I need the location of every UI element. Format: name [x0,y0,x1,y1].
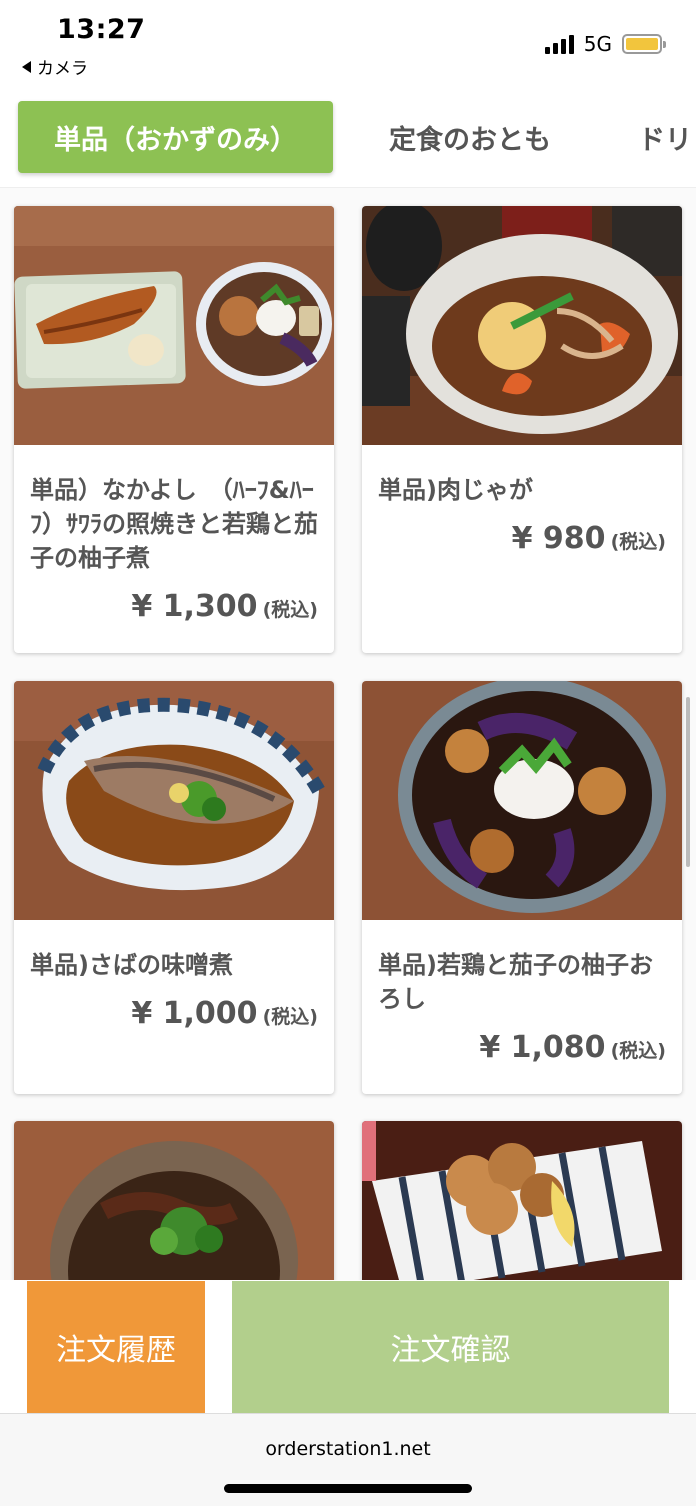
tab-drinks[interactable]: ドリ [638,101,696,173]
menu-item-card[interactable]: 単品)若鶏と茄子の柚子おろし ¥ 1,080 (税込) [362,681,682,1094]
food-photo [14,206,334,445]
item-price-row: ¥ 980 (税込) [378,521,666,556]
back-arrow-icon [22,60,31,73]
item-price: ¥ 1,080 [479,1030,606,1065]
order-confirm-button[interactable]: 注文確認 [232,1281,669,1413]
food-photo [14,1121,334,1280]
food-photo [362,206,682,445]
network-type: 5G [583,32,612,56]
url-text[interactable]: orderstation1.net [0,1438,696,1460]
menu-grid: 単品）なかよし （ﾊｰﾌ&ﾊｰﾌ）ｻﾜﾗの照焼きと若鶏と茄子の柚子煮 ¥ 1,3… [0,188,696,1280]
item-price-row: ¥ 1,000 (税込) [30,996,318,1031]
item-name: 単品)肉じゃが [378,476,533,504]
back-app-label: カメラ [37,59,88,79]
item-price-row: ¥ 1,300 (税込) [30,589,318,624]
menu-item-card[interactable] [14,1121,334,1280]
home-indicator[interactable] [224,1484,472,1493]
item-price: ¥ 980 [511,521,606,556]
status-indicators: 5G [544,32,666,56]
tab-single-dishes[interactable]: 単品（おかずのみ） [18,101,333,173]
tax-label: (税込) [262,1006,318,1028]
signal-icon [544,34,574,54]
item-name: 単品)若鶏と茄子の柚子おろし [378,951,653,1013]
item-price: ¥ 1,000 [131,996,258,1031]
tax-label: (税込) [610,531,666,553]
status-bar: 13:27 カメラ 5G [0,0,696,90]
category-tabs: 単品（おかずのみ） 定食のおとも ドリ [0,92,696,188]
tax-label: (税込) [610,1040,666,1062]
item-name: 単品)さばの味噌煮 [30,951,233,979]
menu-item-card[interactable]: 単品)さばの味噌煮 ¥ 1,000 (税込) [14,681,334,1094]
food-photo [362,681,682,920]
menu-item-card[interactable]: 単品）なかよし （ﾊｰﾌ&ﾊｰﾌ）ｻﾜﾗの照焼きと若鶏と茄子の柚子煮 ¥ 1,3… [14,206,334,653]
status-time: 13:27 [57,14,146,45]
tab-set-meal-sides[interactable]: 定食のおとも [360,101,580,173]
food-photo [362,1121,682,1280]
menu-item-card[interactable] [362,1121,682,1280]
scrollbar-thumb[interactable] [686,697,690,867]
menu-item-card[interactable]: 単品)肉じゃが ¥ 980 (税込) [362,206,682,653]
order-history-button[interactable]: 注文履歴 [27,1281,205,1413]
food-photo [14,681,334,920]
back-to-app-link[interactable]: カメラ [22,54,88,79]
tax-label: (税込) [262,599,318,621]
item-price-row: ¥ 1,080 (税込) [378,1030,666,1065]
item-price: ¥ 1,300 [131,589,258,624]
item-name: 単品）なかよし （ﾊｰﾌ&ﾊｰﾌ）ｻﾜﾗの照焼きと若鶏と茄子の柚子煮 [30,476,318,572]
battery-icon [622,34,666,54]
browser-address-bar: orderstation1.net [0,1413,696,1506]
